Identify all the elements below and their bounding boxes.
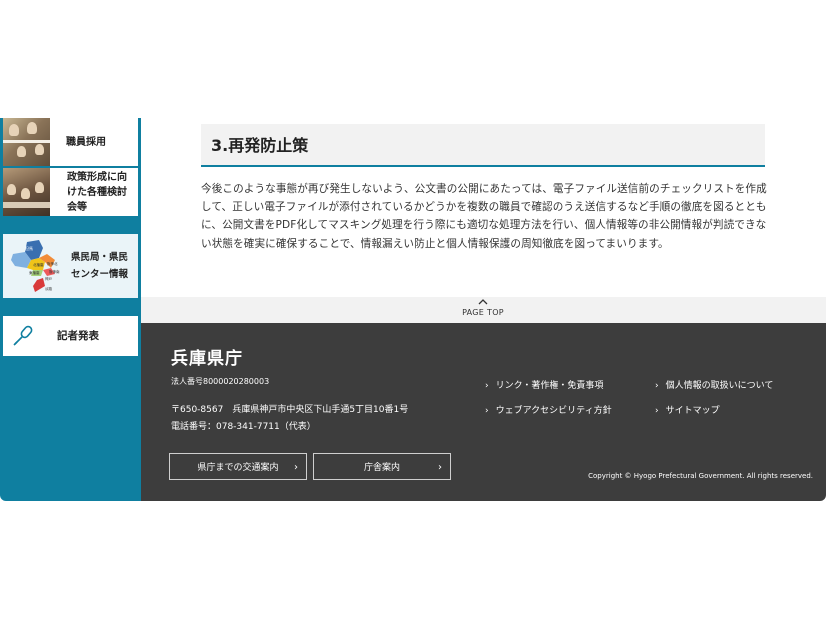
sidebar-item-press[interactable]: 記者発表	[3, 316, 138, 356]
recruit-photo	[3, 118, 50, 166]
svg-text:阪神南: 阪神南	[49, 269, 60, 274]
section-body: 今後このような事態が再び発生しないよう、公文書の公開にあたっては、電子ファイル送…	[201, 180, 767, 253]
svg-text:阪神北: 阪神北	[47, 261, 58, 266]
svg-text:神戸: 神戸	[45, 276, 52, 281]
office-guide-button[interactable]: 庁舎案内 ›	[313, 453, 451, 480]
sidebar-item-label: 政策形成に向 けた各種検討 会等	[50, 170, 127, 215]
hyogo-map-icon: 但馬 阪神北 阪神南 東播磨 北播磨 神戸 淡路	[5, 236, 67, 296]
sidebar: 職員採用 政策形成に向 けた各種検討 会等 但馬 阪神北 阪神南 東播磨 北播磨…	[0, 118, 141, 501]
label-line: センター情報	[71, 269, 129, 280]
chevron-right-icon: ›	[438, 462, 442, 473]
label-line: 会等	[67, 201, 87, 213]
page: 職員採用 政策形成に向 けた各種検討 会等 但馬 阪神北 阪神南 東播磨 北播磨…	[0, 0, 826, 620]
label-line: けた各種検討	[67, 186, 127, 198]
link-sitemap[interactable]: › サイトマップ	[655, 403, 720, 416]
svg-text:淡路: 淡路	[45, 286, 52, 291]
meeting-photo	[3, 168, 50, 216]
label-line: 県民局・県民	[71, 252, 129, 263]
microphone-icon	[3, 324, 43, 348]
chevron-right-icon: ›	[485, 381, 489, 391]
paragraph-line: い状態を確実に確保することで、情報漏えい防止と個人情報保護の周知徹底を図ってまい…	[201, 237, 669, 250]
chevron-up-icon	[478, 299, 488, 305]
svg-text:東播磨: 東播磨	[29, 270, 40, 275]
link-label: 個人情報の取扱いについて	[665, 381, 774, 391]
page-top-label: PAGE TOP	[462, 308, 504, 317]
label-line: 政策形成に向	[67, 171, 127, 183]
sidebar-item-recruit[interactable]: 職員採用	[3, 118, 138, 166]
link-accessibility[interactable]: › ウェブアクセシビリティ方針	[485, 403, 612, 416]
footer-tel: 電話番号：078-341-7711（代表）	[171, 422, 316, 432]
sidebar-item-policy[interactable]: 政策形成に向 けた各種検討 会等	[3, 168, 138, 216]
svg-text:但馬: 但馬	[25, 245, 33, 251]
access-button-label: 県庁までの交通案内	[197, 463, 279, 473]
sidebar-item-label: 記者発表	[57, 329, 99, 342]
chevron-right-icon: ›	[485, 406, 489, 416]
sidebar-item-label: 職員採用	[66, 136, 106, 148]
link-copyright-disclaimer[interactable]: › リンク・著作権・免責事項	[485, 378, 603, 391]
footer-title: 兵庫県庁	[171, 349, 243, 369]
paragraph-line: 今後このような事態が再び発生しないよう、公文書の公開にあたっては、電子ファイル送…	[201, 183, 767, 195]
office-guide-button-label: 庁舎案内	[363, 463, 400, 473]
chevron-right-icon: ›	[655, 406, 659, 416]
section-heading: 3.再発防止策	[201, 124, 765, 167]
link-label: ウェブアクセシビリティ方針	[495, 406, 612, 416]
paragraph-line: に、公開文書をPDF化してマスキング処理を行う際にも適切な処理方法を行い、個人情…	[201, 219, 767, 232]
chevron-right-icon: ›	[294, 462, 298, 473]
corporate-number: 法人番号8000020280003	[171, 377, 270, 386]
page-top-button[interactable]: PAGE TOP	[455, 297, 511, 317]
section-title: 3.再発防止策	[211, 136, 309, 155]
paragraph-line: して、正しい電子ファイルが添付されているかどうかを複数の職員で確認のうえ送信する…	[201, 201, 767, 214]
footer-address: 〒650-8567 兵庫県神戸市中央区下山手通5丁目10番1号	[171, 405, 409, 415]
sidebar-item-label: 県民局・県民 センター情報	[67, 249, 128, 283]
link-label: リンク・著作権・免責事項	[495, 381, 604, 391]
svg-text:北播磨: 北播磨	[33, 262, 44, 267]
chevron-right-icon: ›	[655, 381, 659, 391]
access-button[interactable]: 県庁までの交通案内 ›	[169, 453, 307, 480]
link-privacy[interactable]: › 個人情報の取扱いについて	[655, 378, 773, 391]
footer: 兵庫県庁 法人番号8000020280003 〒650-8567 兵庫県神戸市中…	[141, 323, 826, 501]
copyright: Copyright © Hyogo Prefectural Government…	[588, 472, 813, 480]
link-label: サイトマップ	[665, 406, 720, 416]
sidebar-item-center[interactable]: 但馬 阪神北 阪神南 東播磨 北播磨 神戸 淡路 県民局・県民 センター情報	[3, 234, 138, 298]
